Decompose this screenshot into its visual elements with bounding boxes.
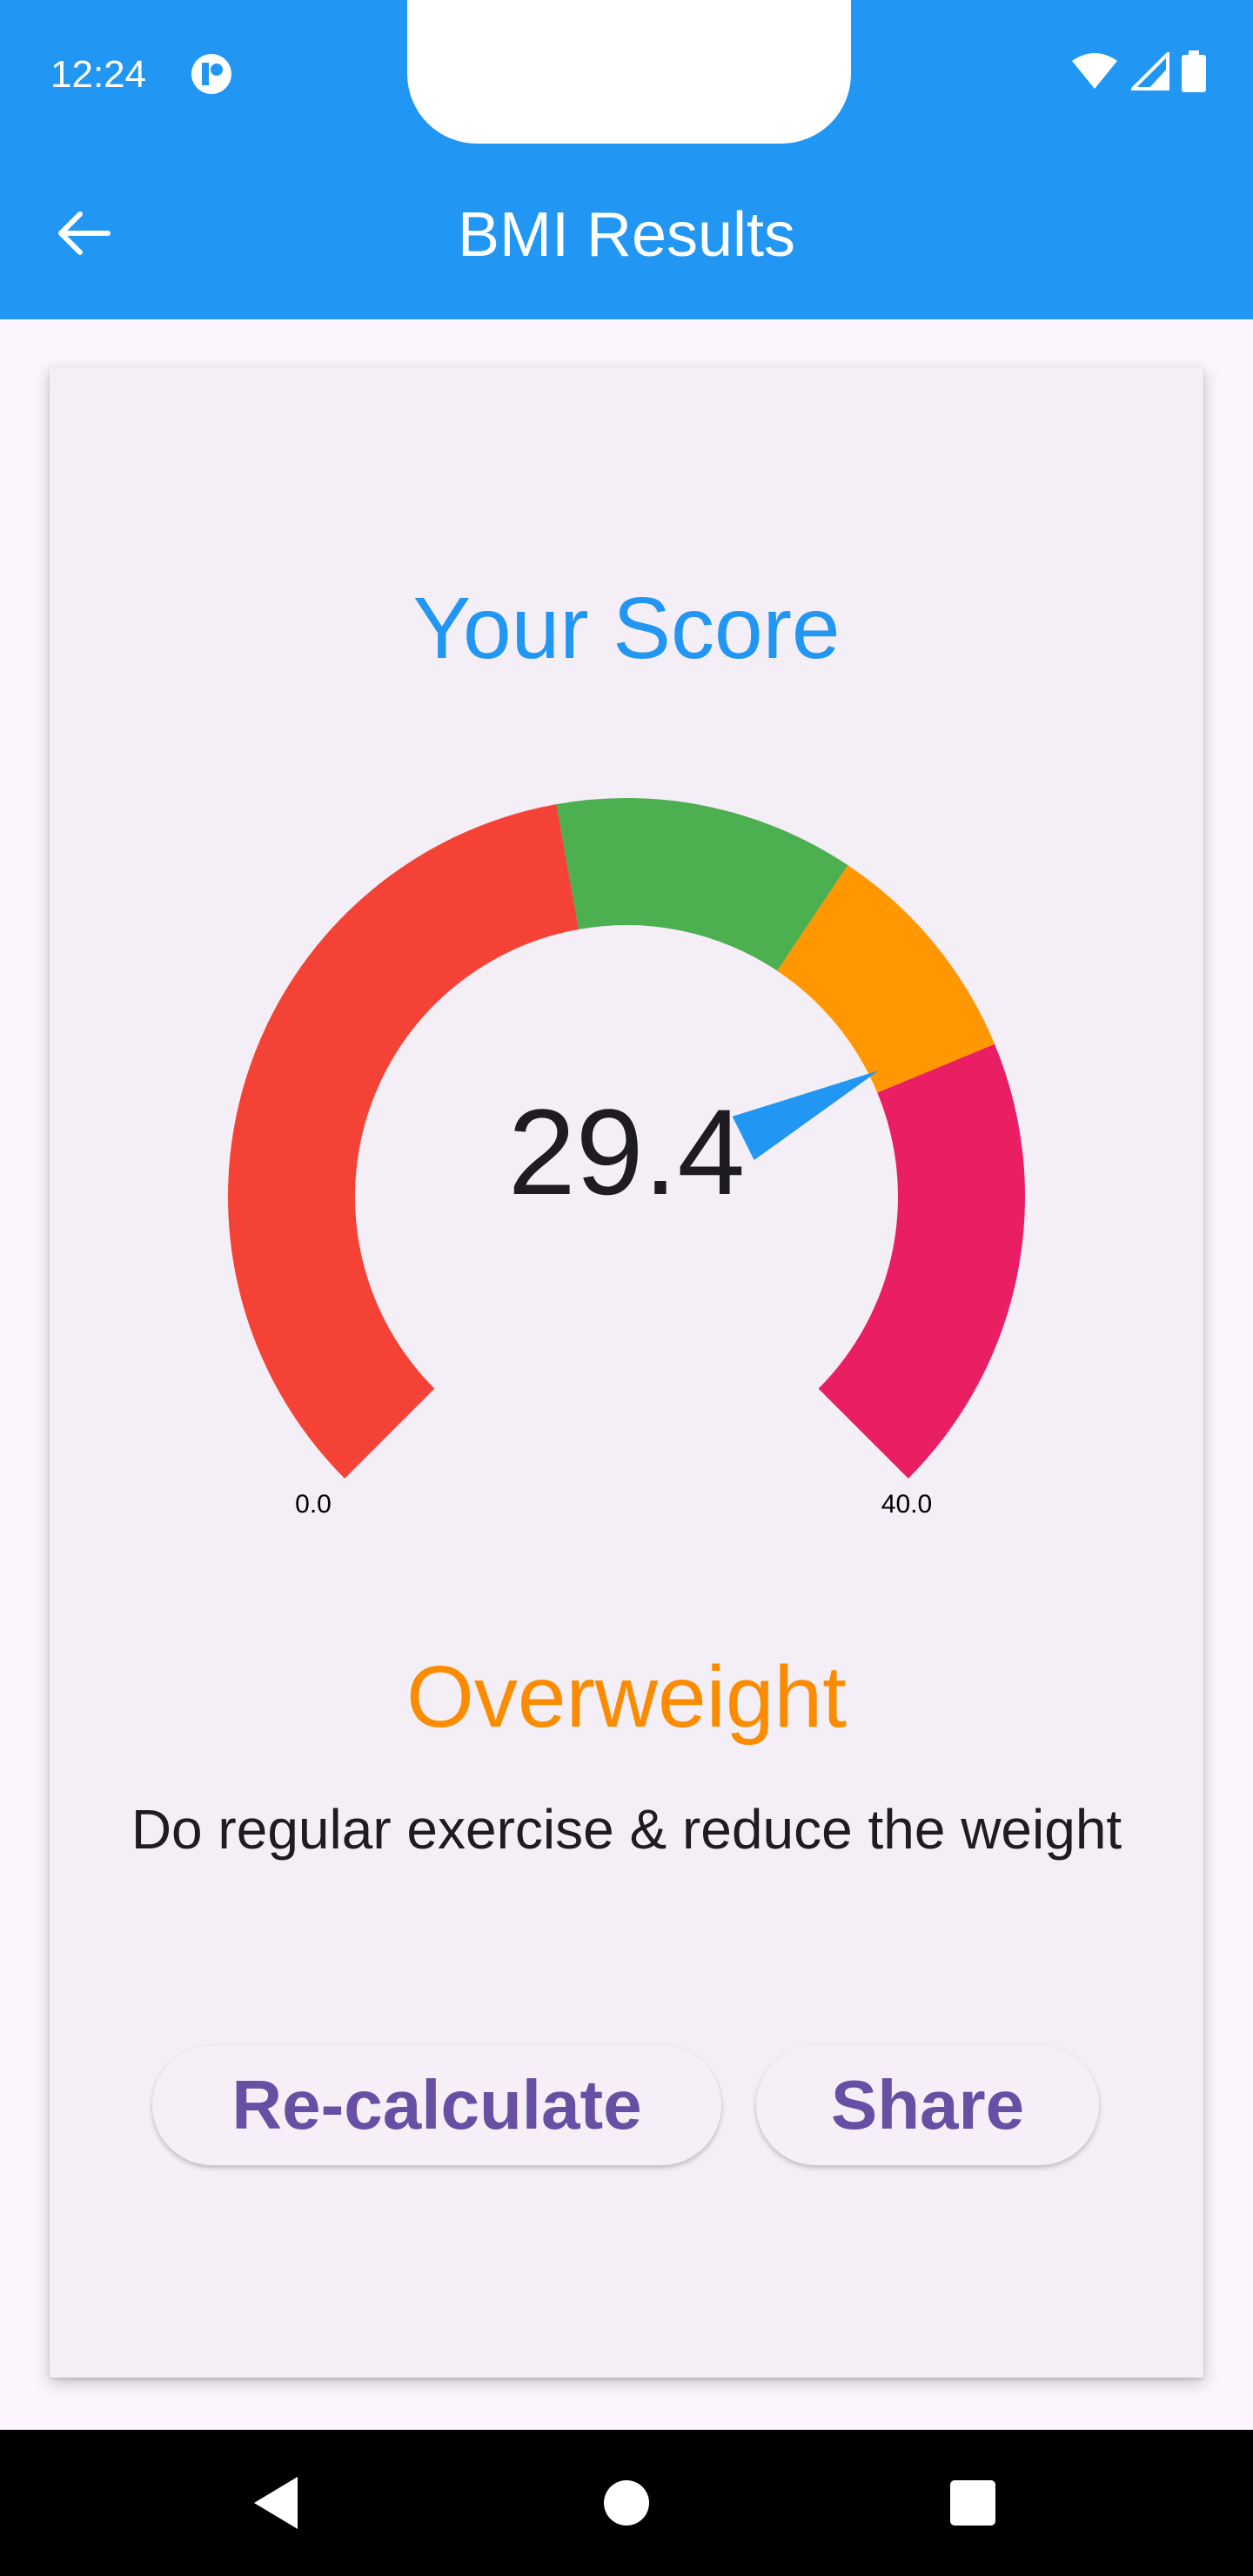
recents-square-icon[interactable]: [935, 2465, 1011, 2541]
gauge-min-label: 0.0: [295, 1490, 332, 1519]
status-time: 12:24: [50, 53, 147, 96]
app-notification-icon: [191, 54, 231, 94]
recalculate-button[interactable]: Re-calculate: [152, 2045, 721, 2165]
result-card: Your Score 29.4 0.0 40.0 Overweight Do r…: [50, 367, 1203, 2378]
gauge-max-label: 40.0: [881, 1490, 932, 1519]
system-nav-bar: [0, 2430, 1253, 2576]
bmi-category: Overweight: [406, 1648, 847, 1746]
home-circle-icon[interactable]: [588, 2465, 665, 2541]
bmi-gauge: 29.4 0.0 40.0: [228, 798, 1025, 1519]
status-bar: 12:24: [0, 0, 1253, 148]
wifi-icon: [1072, 53, 1117, 89]
gauge-range-3: [818, 1043, 1025, 1479]
gauge-needle: [732, 1070, 879, 1161]
camera-notch: [407, 0, 851, 144]
back-triangle-icon[interactable]: [240, 2465, 317, 2541]
cell-signal-icon: [1131, 52, 1169, 91]
app-bar: BMI Results: [0, 148, 1253, 319]
page-title: BMI Results: [457, 200, 796, 270]
advice-text: Do regular exercise & reduce the weight: [131, 1798, 1122, 1861]
score-value: 29.4: [508, 1083, 745, 1220]
battery-icon: [1182, 50, 1206, 92]
share-button[interactable]: Share: [756, 2045, 1099, 2165]
